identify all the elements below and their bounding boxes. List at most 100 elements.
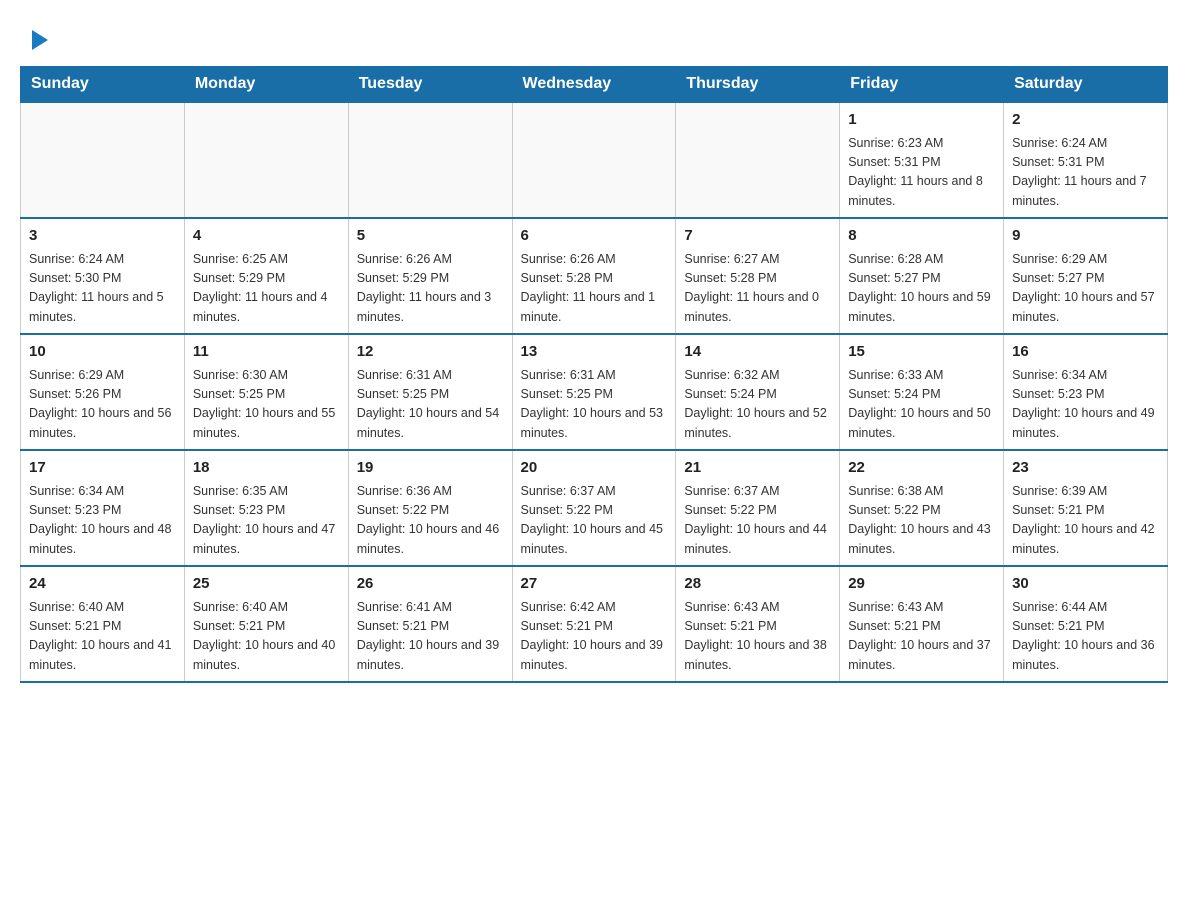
day-info: Sunrise: 6:27 AM: [684, 250, 831, 269]
calendar-header-friday: Friday: [840, 67, 1004, 103]
day-number: 11: [193, 341, 340, 364]
calendar-cell: 10Sunrise: 6:29 AMSunset: 5:26 PMDayligh…: [21, 334, 185, 450]
day-info: Daylight: 10 hours and 38 minutes.: [684, 636, 831, 675]
day-info: Sunset: 5:22 PM: [521, 501, 668, 520]
day-info: Daylight: 10 hours and 59 minutes.: [848, 288, 995, 327]
day-info: Sunrise: 6:24 AM: [29, 250, 176, 269]
day-info: Daylight: 10 hours and 47 minutes.: [193, 520, 340, 559]
day-number: 27: [521, 573, 668, 596]
day-number: 1: [848, 109, 995, 132]
day-info: Sunrise: 6:32 AM: [684, 366, 831, 385]
day-number: 25: [193, 573, 340, 596]
day-info: Sunset: 5:28 PM: [521, 269, 668, 288]
day-info: Daylight: 11 hours and 3 minutes.: [357, 288, 504, 327]
day-info: Daylight: 10 hours and 45 minutes.: [521, 520, 668, 559]
day-info: Daylight: 10 hours and 39 minutes.: [357, 636, 504, 675]
day-info: Daylight: 10 hours and 43 minutes.: [848, 520, 995, 559]
calendar-cell: 5Sunrise: 6:26 AMSunset: 5:29 PMDaylight…: [348, 218, 512, 334]
day-info: Sunset: 5:25 PM: [357, 385, 504, 404]
day-info: Sunset: 5:31 PM: [1012, 153, 1159, 172]
calendar-cell: 6 Sunrise: 6:26 AMSunset: 5:28 PMDaylight…: [512, 218, 676, 334]
calendar-cell: 25Sunrise: 6:40 AMSunset: 5:21 PMDayligh…: [184, 566, 348, 682]
calendar-header-thursday: Thursday: [676, 67, 840, 103]
day-number: 4: [193, 225, 340, 248]
calendar-cell: 11 Sunrise: 6:30 AMSunset: 5:25 PMDayligh…: [184, 334, 348, 450]
calendar-cell: 21Sunrise: 6:37 AMSunset: 5:22 PMDayligh…: [676, 450, 840, 566]
day-info: Daylight: 10 hours and 55 minutes.: [193, 404, 340, 443]
day-info: Sunset: 5:21 PM: [357, 617, 504, 636]
day-number: 20: [521, 457, 668, 480]
day-info: Sunrise: 6:26 AM: [521, 250, 668, 269]
day-info: Sunset: 5:22 PM: [848, 501, 995, 520]
logo-general: [30, 30, 48, 50]
day-number: 23: [1012, 457, 1159, 480]
day-info: Sunset: 5:25 PM: [193, 385, 340, 404]
day-info: Sunrise: 6:42 AM: [521, 598, 668, 617]
day-info: Daylight: 10 hours and 50 minutes.: [848, 404, 995, 443]
day-number: 7: [684, 225, 831, 248]
day-info: Sunrise: 6:31 AM: [357, 366, 504, 385]
day-info: Sunrise: 6:37 AM: [521, 482, 668, 501]
calendar-header-monday: Monday: [184, 67, 348, 103]
day-info: Sunset: 5:29 PM: [193, 269, 340, 288]
day-info: Sunset: 5:26 PM: [29, 385, 176, 404]
day-info: Sunrise: 6:36 AM: [357, 482, 504, 501]
day-number: 24: [29, 573, 176, 596]
day-info: Sunset: 5:29 PM: [357, 269, 504, 288]
day-info: Sunrise: 6:24 AM: [1012, 134, 1159, 153]
day-info: Daylight: 10 hours and 52 minutes.: [684, 404, 831, 443]
day-info: Daylight: 10 hours and 53 minutes.: [521, 404, 668, 443]
day-info: Daylight: 10 hours and 37 minutes.: [848, 636, 995, 675]
day-info: Sunrise: 6:28 AM: [848, 250, 995, 269]
day-info: Sunrise: 6:34 AM: [29, 482, 176, 501]
day-info: Sunset: 5:23 PM: [193, 501, 340, 520]
day-info: Sunset: 5:31 PM: [848, 153, 995, 172]
calendar-cell: 18Sunrise: 6:35 AMSunset: 5:23 PMDayligh…: [184, 450, 348, 566]
calendar-cell: 12Sunrise: 6:31 AMSunset: 5:25 PMDayligh…: [348, 334, 512, 450]
day-info: Sunrise: 6:41 AM: [357, 598, 504, 617]
day-info: Sunrise: 6:25 AM: [193, 250, 340, 269]
day-info: Sunrise: 6:30 AM: [193, 366, 340, 385]
day-info: Sunrise: 6:23 AM: [848, 134, 995, 153]
calendar-week-row: 17Sunrise: 6:34 AMSunset: 5:23 PMDayligh…: [21, 450, 1168, 566]
day-number: 29: [848, 573, 995, 596]
calendar-cell: 1 Sunrise: 6:23 AMSunset: 5:31 PMDaylight…: [840, 102, 1004, 218]
day-info: Sunset: 5:21 PM: [1012, 501, 1159, 520]
logo: [30, 30, 48, 50]
day-number: 17: [29, 457, 176, 480]
day-number: 3: [29, 225, 176, 248]
calendar-cell: 28Sunrise: 6:43 AMSunset: 5:21 PMDayligh…: [676, 566, 840, 682]
calendar-cell: 4 Sunrise: 6:25 AMSunset: 5:29 PMDaylight…: [184, 218, 348, 334]
day-info: Sunset: 5:23 PM: [29, 501, 176, 520]
calendar-cell: 15Sunrise: 6:33 AMSunset: 5:24 PMDayligh…: [840, 334, 1004, 450]
day-info: Sunset: 5:27 PM: [848, 269, 995, 288]
day-info: Sunset: 5:21 PM: [29, 617, 176, 636]
day-info: Daylight: 11 hours and 4 minutes.: [193, 288, 340, 327]
day-info: Daylight: 10 hours and 54 minutes.: [357, 404, 504, 443]
day-number: 9: [1012, 225, 1159, 248]
day-info: Daylight: 10 hours and 57 minutes.: [1012, 288, 1159, 327]
day-info: Sunset: 5:21 PM: [521, 617, 668, 636]
day-info: Daylight: 10 hours and 44 minutes.: [684, 520, 831, 559]
day-number: 10: [29, 341, 176, 364]
day-number: 15: [848, 341, 995, 364]
calendar-header-wednesday: Wednesday: [512, 67, 676, 103]
calendar-cell: [348, 102, 512, 218]
calendar-cell: 23Sunrise: 6:39 AMSunset: 5:21 PMDayligh…: [1004, 450, 1168, 566]
calendar-cell: 20 Sunrise: 6:37 AMSunset: 5:22 PMDayligh…: [512, 450, 676, 566]
calendar-header-saturday: Saturday: [1004, 67, 1168, 103]
day-info: Sunrise: 6:43 AM: [848, 598, 995, 617]
day-info: Daylight: 11 hours and 1 minute.: [521, 288, 668, 327]
day-info: Daylight: 11 hours and 8 minutes.: [848, 172, 995, 211]
day-number: 26: [357, 573, 504, 596]
day-info: Sunset: 5:21 PM: [193, 617, 340, 636]
calendar-cell: 26 Sunrise: 6:41 AMSunset: 5:21 PMDayligh…: [348, 566, 512, 682]
day-number: 6: [521, 225, 668, 248]
day-info: Daylight: 10 hours and 36 minutes.: [1012, 636, 1159, 675]
day-number: 19: [357, 457, 504, 480]
calendar-cell: 7Sunrise: 6:27 AMSunset: 5:28 PMDaylight…: [676, 218, 840, 334]
calendar-cell: 8Sunrise: 6:28 AMSunset: 5:27 PMDaylight…: [840, 218, 1004, 334]
day-number: 22: [848, 457, 995, 480]
day-info: Sunset: 5:24 PM: [848, 385, 995, 404]
day-info: Sunrise: 6:38 AM: [848, 482, 995, 501]
